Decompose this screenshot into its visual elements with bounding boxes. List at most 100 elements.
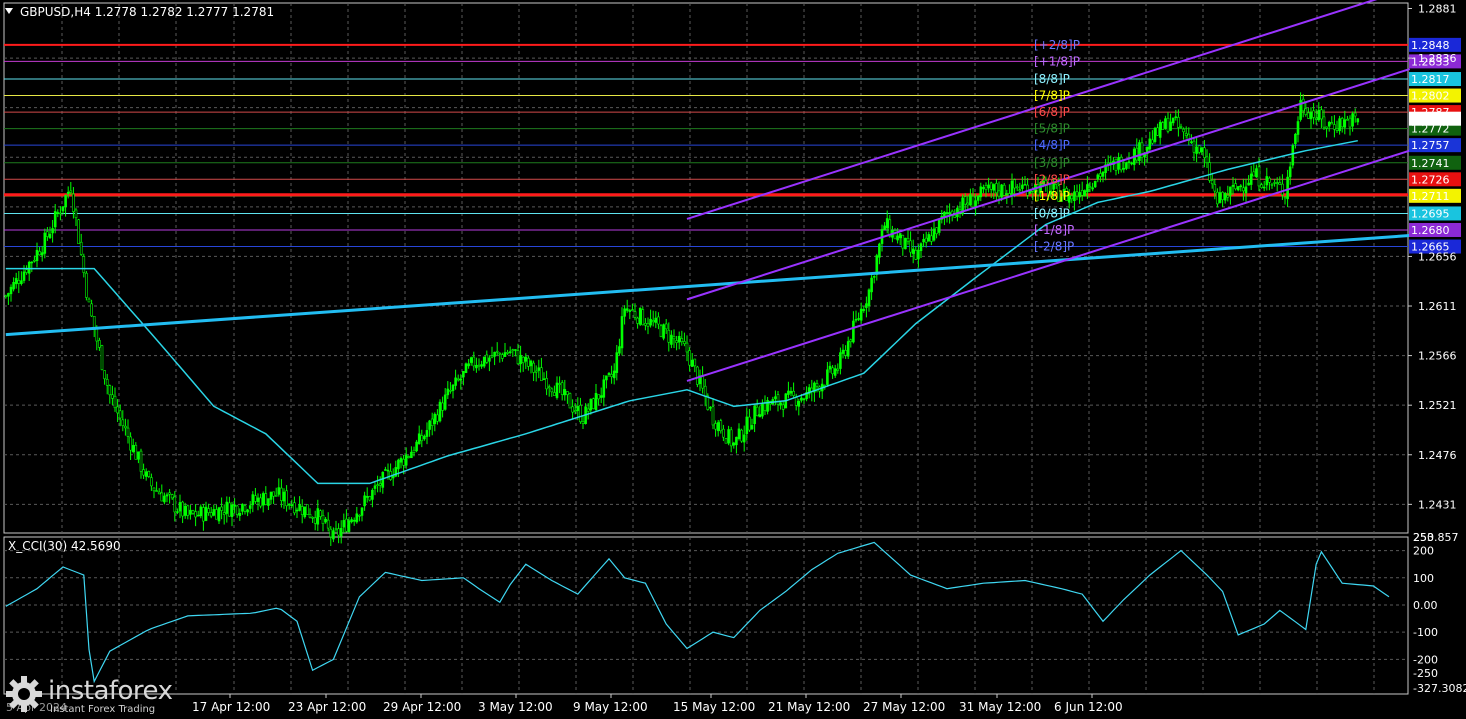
- candle-body: [945, 212, 949, 214]
- candle-body: [482, 356, 486, 367]
- candle-body: [313, 517, 317, 524]
- time-tick-label: 6 Jun 12:00: [1054, 700, 1123, 714]
- candle-body: [1184, 133, 1188, 136]
- candle-body: [1231, 185, 1235, 187]
- candle-body: [612, 370, 616, 379]
- candle-body: [402, 458, 405, 466]
- candle-body: [30, 261, 34, 264]
- candle-body: [1325, 126, 1328, 129]
- price-tick-label: 1.2566: [1418, 350, 1457, 363]
- candle-body: [449, 390, 452, 392]
- candle-body: [506, 352, 509, 354]
- candle-body: [581, 421, 585, 424]
- candle-body: [501, 354, 504, 359]
- candle-body: [1304, 108, 1308, 115]
- candle-body: [98, 340, 101, 348]
- candle-body: [1278, 182, 1282, 185]
- candle-body: [597, 394, 600, 400]
- candle-body: [550, 388, 554, 393]
- candle-body: [1117, 157, 1120, 170]
- candle-body: [1088, 186, 1092, 188]
- candle-body: [696, 366, 699, 385]
- candle-body: [579, 404, 582, 423]
- murrey-level-label: [0/8]P: [1034, 206, 1070, 220]
- candle-body: [693, 358, 697, 367]
- murrey-price-label: 1.2726: [1411, 173, 1450, 186]
- candle-body: [992, 184, 996, 191]
- candle-body: [854, 318, 858, 321]
- candle-body: [641, 309, 645, 326]
- candle-body: [189, 509, 192, 515]
- murrey-level-label: [-1/8]P: [1034, 223, 1074, 237]
- candle-body: [428, 420, 431, 430]
- candle-body: [714, 423, 717, 430]
- candle-body: [1275, 182, 1279, 185]
- candle-body: [103, 370, 106, 380]
- murrey-price-label: 1.2741: [1411, 157, 1450, 170]
- candle-body: [917, 250, 920, 260]
- candle-body: [386, 469, 390, 472]
- murrey-level-label: [8/8]P: [1034, 72, 1070, 86]
- watermark-brand: instaforex: [48, 676, 173, 706]
- candle-body: [586, 408, 590, 412]
- candle-body: [1210, 180, 1214, 185]
- candle-body: [358, 514, 361, 517]
- candle-body: [1135, 147, 1139, 161]
- candle-body: [391, 476, 395, 479]
- candle-body: [514, 349, 517, 351]
- candle-body: [1010, 180, 1014, 196]
- candle-body: [469, 357, 473, 363]
- candle-body: [1156, 127, 1159, 136]
- candle-body: [33, 259, 36, 262]
- candle-body: [1301, 98, 1305, 112]
- candle-body: [293, 502, 296, 514]
- candle-body: [347, 520, 351, 532]
- candle-body: [870, 277, 873, 293]
- candle-body: [667, 329, 671, 343]
- candle-body: [508, 351, 512, 354]
- candle-body: [425, 430, 429, 437]
- candle-body: [831, 367, 834, 375]
- candle-body: [568, 393, 572, 409]
- candle-body: [628, 310, 632, 312]
- candle-body: [207, 508, 210, 514]
- candle-body: [191, 510, 195, 514]
- price-tick-label: 1.2431: [1418, 498, 1457, 511]
- candle-body: [454, 377, 457, 386]
- candle-body: [1234, 183, 1237, 190]
- candle-body: [649, 318, 652, 326]
- candle-body: [638, 307, 642, 325]
- cci-tick-label: 0.00: [1413, 599, 1438, 612]
- cci-indicator-label: X_CCI(30) 42.5690: [8, 539, 121, 553]
- candle-body: [82, 256, 86, 273]
- candle-body: [620, 316, 624, 349]
- candle-body: [1127, 161, 1131, 163]
- candle-body: [885, 218, 889, 229]
- murrey-level-label: [-2/8]P: [1034, 240, 1074, 254]
- candle-body: [423, 435, 426, 440]
- price-tick-label: 1.2476: [1418, 449, 1457, 462]
- time-tick-label: 9 May 12:00: [573, 700, 648, 714]
- candle-body: [269, 491, 273, 500]
- candle-body: [329, 528, 333, 538]
- candle-body: [911, 248, 915, 254]
- candle-body: [295, 509, 299, 512]
- candle-body: [1130, 162, 1133, 165]
- candle-body: [144, 471, 148, 477]
- candle-body: [1013, 179, 1016, 189]
- candle-body: [787, 390, 790, 395]
- candle-body: [212, 509, 216, 516]
- candle-body: [878, 243, 881, 258]
- price-tick-label: 1.2656: [1418, 250, 1457, 263]
- candle-body: [654, 317, 658, 323]
- candle-body: [74, 209, 78, 219]
- candle-body: [129, 436, 132, 451]
- price-chart[interactable]: GBPUSD,H4 1.2778 1.2782 1.2777 1.2781 1.2…: [0, 0, 1466, 719]
- chart-header: GBPUSD,H4 1.2778 1.2782 1.2777 1.2781: [20, 5, 274, 19]
- candle-body: [511, 349, 515, 352]
- candle-body: [53, 211, 57, 228]
- candle-body: [527, 357, 530, 367]
- candle-body: [841, 349, 845, 354]
- candle-body: [732, 442, 736, 446]
- candle-body: [906, 237, 910, 242]
